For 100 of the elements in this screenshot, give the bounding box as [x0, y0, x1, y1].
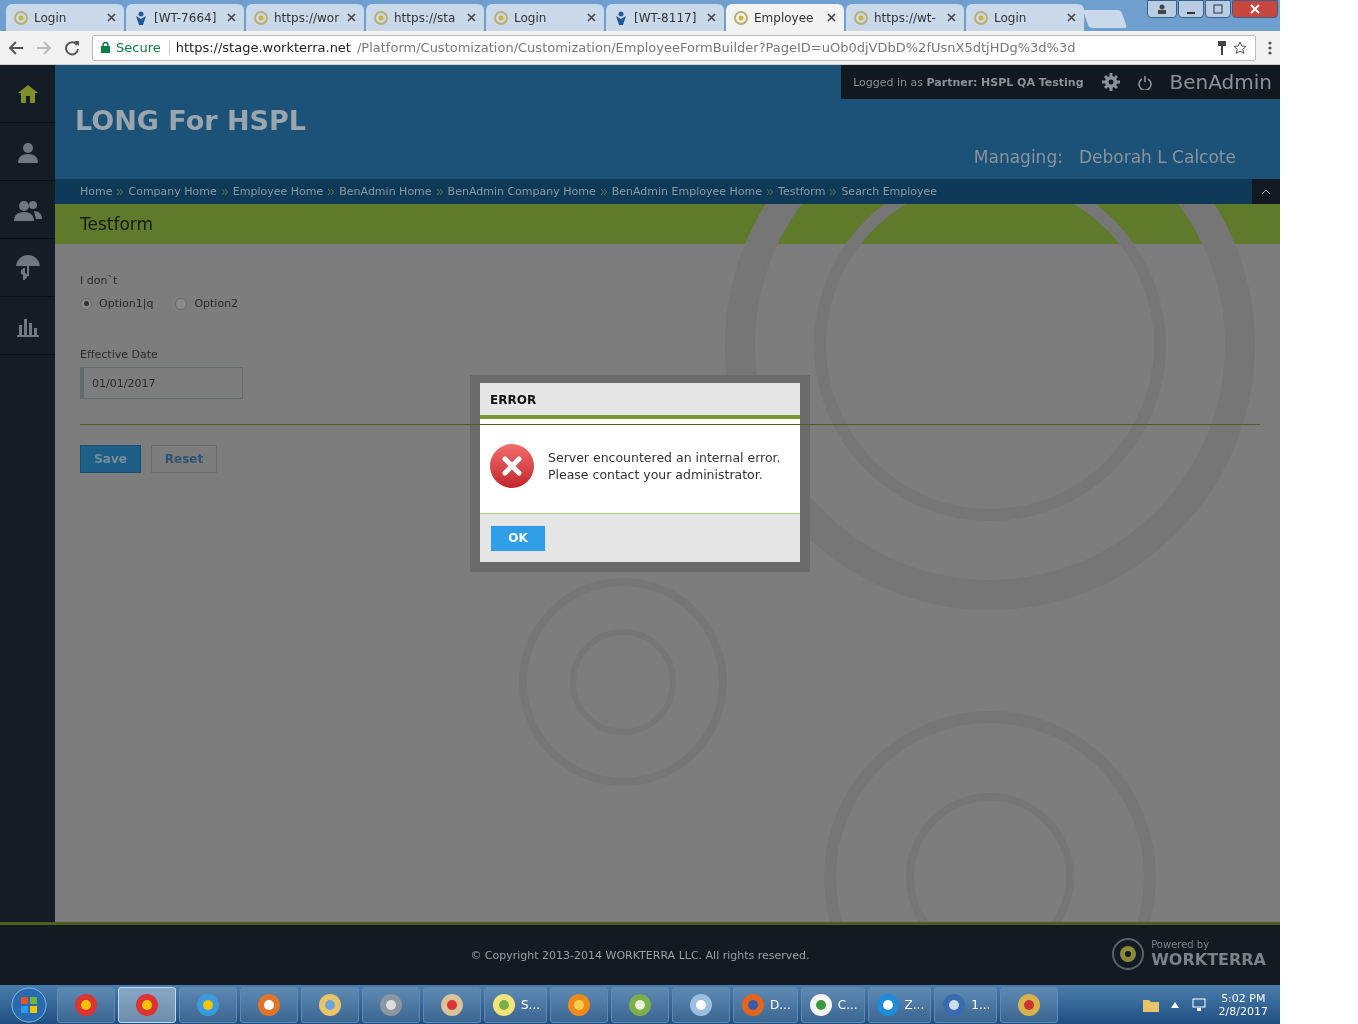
- separator-icon: [328, 188, 335, 195]
- power-icon[interactable]: [1137, 74, 1152, 90]
- taskbar-button[interactable]: [179, 986, 237, 1023]
- umbrella-dollar-icon[interactable]: [14, 253, 41, 282]
- close-icon[interactable]: [1067, 13, 1076, 22]
- url-path: /Platform/Customization/Customization/EmployeeFormBuilder?PageID=uOb0djVDbD%2fUsnX5dtjHDg%3d%3d: [356, 40, 1076, 55]
- breadcrumb-link[interactable]: Testform: [778, 185, 826, 198]
- people-icon[interactable]: [13, 198, 42, 221]
- close-icon: [1250, 4, 1260, 14]
- lock-icon: [101, 42, 110, 53]
- login-info: Logged in as Partner: HSPL QA Testing: [853, 75, 1084, 89]
- network-icon[interactable]: [1190, 997, 1207, 1012]
- question-label: I don`t: [80, 274, 119, 287]
- browser-tab[interactable]: Login: [486, 4, 604, 31]
- browser-tab[interactable]: [WT-8117]: [606, 4, 724, 31]
- taskbar-button[interactable]: D...: [733, 986, 798, 1023]
- close-icon[interactable]: [467, 13, 476, 22]
- close-icon[interactable]: [827, 13, 836, 22]
- maximize-button[interactable]: [1205, 0, 1231, 18]
- brand-name: BenAdmin: [1169, 70, 1272, 94]
- close-icon[interactable]: [227, 13, 236, 22]
- taskbar-button[interactable]: [672, 986, 731, 1023]
- radio-option[interactable]: Option2: [175, 297, 239, 310]
- logo-icon: [974, 10, 988, 25]
- home-icon[interactable]: [16, 83, 39, 104]
- brand-name: WORKTERRA: [1151, 950, 1266, 969]
- taskbar-button[interactable]: C...: [800, 986, 865, 1023]
- separator-icon: [436, 188, 443, 195]
- figure-icon: [134, 10, 148, 25]
- separator-icon: [600, 188, 607, 195]
- taskbar-button[interactable]: [1000, 986, 1059, 1023]
- browser-tab[interactable]: Login: [966, 4, 1084, 31]
- taskbar-button[interactable]: [550, 986, 609, 1023]
- figure-icon: [614, 10, 628, 25]
- copyright-text: © Copyright 2013-2014 WORKTERRA LLC. All rights reserved.: [470, 948, 810, 962]
- managing-label: Managing:: [973, 147, 1063, 167]
- taskbar-button[interactable]: Z...: [867, 986, 932, 1023]
- person-icon[interactable]: [16, 140, 39, 163]
- settings-icon[interactable]: [1101, 73, 1120, 91]
- close-button[interactable]: [1232, 0, 1278, 18]
- ok-button[interactable]: OK: [490, 524, 546, 552]
- breadcrumb-link[interactable]: Employee Home: [232, 185, 324, 198]
- site-title: LONG For HSPL: [75, 105, 307, 136]
- breadcrumb-link[interactable]: Company Home: [128, 185, 217, 198]
- powered-by-label: Powered by: [1151, 939, 1211, 950]
- close-icon[interactable]: [347, 13, 356, 22]
- browser-tab[interactable]: Employee: [726, 4, 844, 31]
- taskbar-button[interactable]: [57, 986, 115, 1023]
- separator-icon: [767, 188, 774, 195]
- secure-label: Secure: [116, 40, 170, 55]
- separator-icon: [830, 188, 837, 195]
- breadcrumb-link[interactable]: BenAdmin Employee Home: [611, 185, 763, 198]
- error-message: Server encountered an internal error. Please contact your administrator.: [548, 449, 781, 483]
- taskbar-button[interactable]: 1...: [934, 986, 998, 1023]
- breadcrumb-link[interactable]: BenAdmin Company Home: [447, 185, 596, 198]
- url-host: https://stage.workterra.net: [175, 40, 351, 55]
- date-label: Effective Date: [80, 348, 159, 361]
- clock[interactable]: 5:02 PM 2/8/2017: [1218, 991, 1268, 1018]
- user-icon: [1157, 4, 1167, 14]
- radio-option[interactable]: Option1|q: [80, 297, 154, 310]
- taskbar-button[interactable]: [423, 986, 481, 1023]
- close-icon[interactable]: [707, 13, 716, 22]
- start-button[interactable]: [11, 986, 47, 1023]
- browser-tab[interactable]: https://wor: [246, 4, 364, 31]
- caret-icon[interactable]: [1170, 1001, 1179, 1008]
- taskbar-button[interactable]: [611, 986, 670, 1023]
- page-title: Testform: [80, 214, 154, 234]
- error-icon: [490, 444, 534, 488]
- menu-icon[interactable]: [1268, 40, 1272, 55]
- taskbar-button[interactable]: S...: [484, 986, 548, 1023]
- reload-icon[interactable]: [64, 39, 80, 56]
- address-field[interactable]: Secure https://stage.workterra.net /Platform/Customization/Customization/EmployeeFormBuilder?PageID=uOb0djVDbD%2fUsnX5dtjHDg%3d%3d: [92, 34, 1256, 61]
- logo-icon: [14, 10, 28, 25]
- managing-name[interactable]: Deborah L Calcote: [1078, 147, 1236, 167]
- browser-tab[interactable]: [WT-7664]: [126, 4, 244, 31]
- user-button[interactable]: [1147, 0, 1177, 18]
- date-field[interactable]: 01/01/2017: [80, 367, 243, 399]
- logo-icon: [734, 10, 748, 25]
- browser-tab[interactable]: Login: [6, 4, 124, 31]
- taskbar-button[interactable]: [362, 986, 420, 1023]
- logo-icon: [854, 10, 868, 25]
- close-icon[interactable]: [947, 13, 956, 22]
- close-icon[interactable]: [587, 13, 596, 22]
- browser-tab[interactable]: https://sta: [366, 4, 484, 31]
- taskbar-button[interactable]: [240, 986, 298, 1023]
- minimize-icon: [1187, 12, 1195, 14]
- back-icon[interactable]: [8, 39, 24, 56]
- logo-icon: [254, 10, 268, 25]
- breadcrumb-link[interactable]: BenAdmin Home: [339, 185, 432, 198]
- close-icon[interactable]: [107, 13, 116, 22]
- key-icon[interactable]: [1217, 40, 1227, 55]
- taskbar-button[interactable]: [301, 986, 359, 1023]
- logo-icon: [374, 10, 388, 25]
- breadcrumb-link[interactable]: Search Employee: [841, 185, 938, 198]
- breadcrumb-link[interactable]: Home: [80, 185, 113, 198]
- separator-icon: [221, 188, 228, 195]
- logo-icon: [1111, 937, 1146, 971]
- star-icon[interactable]: [1233, 40, 1247, 55]
- minimize-button[interactable]: [1178, 0, 1204, 18]
- browser-tab[interactable]: https://wt-: [846, 4, 964, 31]
